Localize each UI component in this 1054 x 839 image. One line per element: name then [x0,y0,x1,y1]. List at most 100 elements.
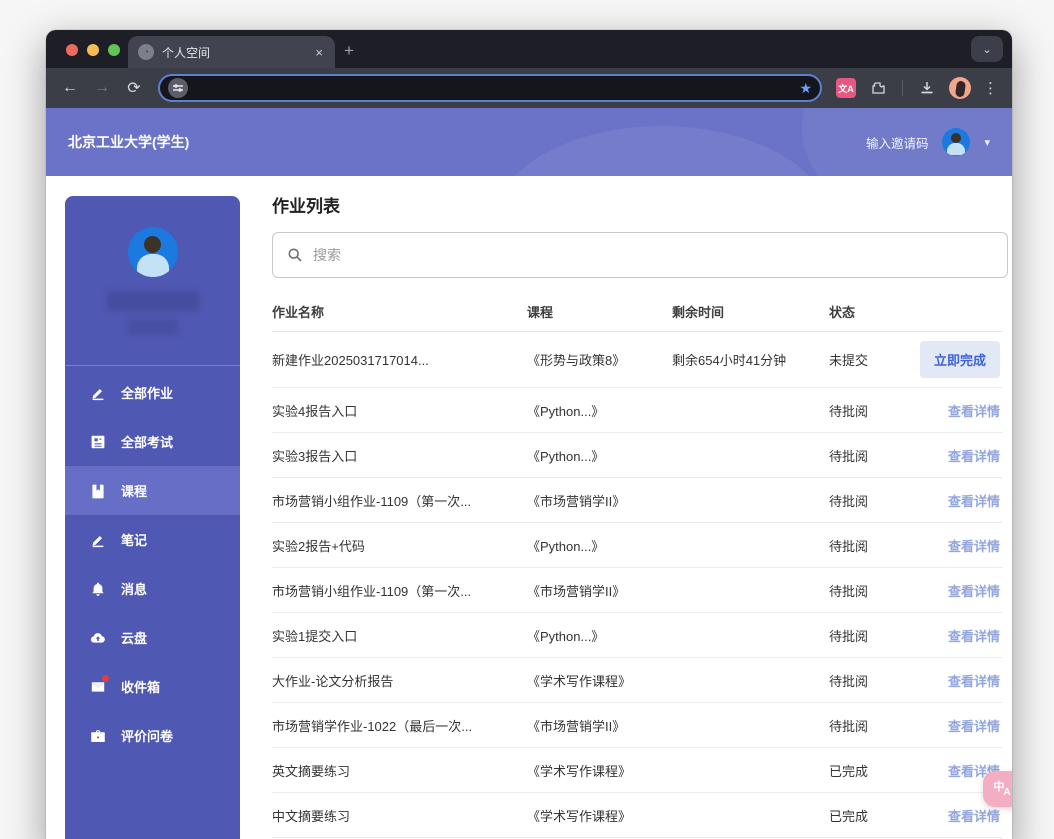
action-cell: 查看详情 [910,491,1002,510]
sidebar-item-exam-1[interactable]: 全部考试 [65,417,240,466]
action-cell: 查看详情 [910,401,1002,420]
sidebar-item-mail-6[interactable]: 收件箱 [65,662,240,711]
table-row: 市场营销小组作业-1109（第一次...《市场营销学II》待批阅查看详情 [272,478,1002,523]
status-cell: 待批阅 [829,581,910,600]
main-content: 作业列表 作业名称 课程 剩余时间 状态 新建作业2025031717014..… [272,192,1012,839]
cloud-icon [89,629,106,646]
tab-favicon-icon: ◔ [138,44,154,60]
reload-button[interactable]: ⟳ [120,74,148,102]
bell-icon [89,580,106,597]
view-details-link[interactable]: 查看详情 [948,494,1000,509]
page-title: 作业列表 [272,192,1002,217]
course-cell: 《形势与政策8》 [527,350,672,369]
maximize-window-button[interactable] [108,44,120,56]
status-cell: 待批阅 [829,671,910,690]
sidebar-item-label: 收件箱 [121,677,160,696]
sidebar-item-label: 笔记 [121,530,147,549]
sidebar-item-label: 评价问卷 [121,726,173,745]
user-avatar[interactable] [942,128,970,156]
table-row: 英文摘要练习《学术写作课程》已完成查看详情 [272,748,1002,793]
assignment-name-cell: 市场营销学作业-1022（最后一次... [272,716,527,735]
pen-icon [89,384,106,401]
browser-profile-avatar[interactable] [949,77,971,99]
view-details-link[interactable]: 查看详情 [948,809,1000,824]
sidebar-item-pen-3[interactable]: 笔记 [65,515,240,564]
assignment-name-cell: 英文摘要练习 [272,761,527,780]
back-button[interactable]: ← [56,74,84,102]
view-details-link[interactable]: 查看详情 [948,539,1000,554]
browser-tab[interactable]: ◔ 个人空间 × [128,36,335,68]
col-remaining-time: 剩余时间 [672,302,829,321]
course-cell: 《市场营销学II》 [527,581,672,600]
sidebar-item-label: 全部作业 [121,383,173,402]
assignment-table: 作业名称 课程 剩余时间 状态 新建作业2025031717014...《形势与… [272,292,1002,838]
browser-toolbar: ← → ⟳ ★ 文A ⋮ [46,68,1012,108]
status-cell: 待批阅 [829,491,910,510]
address-bar[interactable]: ★ [158,74,822,102]
site-settings-icon[interactable] [168,78,188,98]
view-details-link[interactable]: 查看详情 [948,449,1000,464]
sidebar-item-label: 云盘 [121,628,147,647]
extensions-puzzle-icon[interactable] [864,74,892,102]
action-cell: 查看详情 [910,536,1002,555]
close-window-button[interactable] [66,44,78,56]
complete-now-button[interactable]: 立即完成 [920,341,1000,378]
sidebar-profile [65,196,240,335]
app-header: 北京工业大学(学生) 输入邀请码 ▾ [46,108,1012,176]
sidebar-item-bell-4[interactable]: 消息 [65,564,240,613]
minimize-window-button[interactable] [87,44,99,56]
view-details-link[interactable]: 查看详情 [948,584,1000,599]
exam-icon [89,433,106,450]
assignment-name-cell: 市场营销小组作业-1109（第一次... [272,581,527,600]
sidebar-item-pen-0[interactable]: 全部作业 [65,368,240,417]
user-menu-chevron-icon[interactable]: ▾ [984,136,990,149]
status-cell: 未提交 [829,350,910,369]
translate-extension-icon[interactable]: 文A [836,78,856,98]
sidebar-item-briefcase-7[interactable]: 评价问卷 [65,711,240,760]
bookmark-star-icon[interactable]: ★ [799,80,812,97]
view-details-link[interactable]: 查看详情 [948,404,1000,419]
view-details-link[interactable]: 查看详情 [948,629,1000,644]
sidebar-item-book-2[interactable]: 课程 [65,466,240,515]
browser-menu-icon[interactable]: ⋮ [979,79,1002,97]
header-decoration [492,126,832,176]
action-cell: 查看详情 [910,446,1002,465]
unread-badge [102,675,109,682]
view-details-link[interactable]: 查看详情 [948,719,1000,734]
action-cell: 查看详情 [910,806,1002,825]
invite-code-link[interactable]: 输入邀请码 [866,133,929,152]
course-cell: 《市场营销学II》 [527,491,672,510]
toolbar-separator [902,80,903,96]
course-cell: 《Python...》 [527,626,672,645]
status-cell: 已完成 [829,761,910,780]
forward-button[interactable]: → [88,74,116,102]
table-row: 中文摘要练习《学术写作课程》已完成查看详情 [272,793,1002,838]
tab-search-button[interactable]: ⌄ [971,36,1003,62]
remaining-time-cell: 剩余654小时41分钟 [672,350,829,369]
assignment-name-cell: 实验1提交入口 [272,626,527,645]
table-row: 实验1提交入口《Python...》待批阅查看详情 [272,613,1002,658]
downloads-icon[interactable] [913,74,941,102]
new-tab-button[interactable]: + [344,42,354,59]
table-row: 市场营销小组作业-1109（第一次...《市场营销学II》 待批阅 查看详情 [272,568,1002,613]
profile-avatar[interactable] [128,227,178,277]
assignment-name-cell: 新建作业2025031717014... [272,350,527,369]
assignment-name-cell: 大作业-论文分析报告 [272,671,527,690]
course-cell: 《学术写作课程》 [527,671,672,690]
sidebar-item-cloud-5[interactable]: 云盘 [65,613,240,662]
assignment-name-cell: 实验4报告入口 [272,401,527,420]
course-cell: 《Python...》 [527,446,672,465]
assignment-name-cell: 实验2报告+代码 [272,536,527,555]
status-cell: 待批阅 [829,446,910,465]
view-details-link[interactable]: 查看详情 [948,674,1000,689]
search-input[interactable] [313,247,993,263]
course-cell: 《Python...》 [527,536,672,555]
tab-close-icon[interactable]: × [313,45,325,60]
mail-icon [89,678,106,695]
table-row: 市场营销学作业-1022（最后一次...《市场营销学II》待批阅查看详情 [272,703,1002,748]
search-icon [287,247,303,263]
action-cell: 查看详情 [910,671,1002,690]
immersive-translate-float-button[interactable]: 中 A [983,771,1012,807]
status-cell: 待批阅 [829,536,910,555]
search-box[interactable] [272,232,1008,278]
